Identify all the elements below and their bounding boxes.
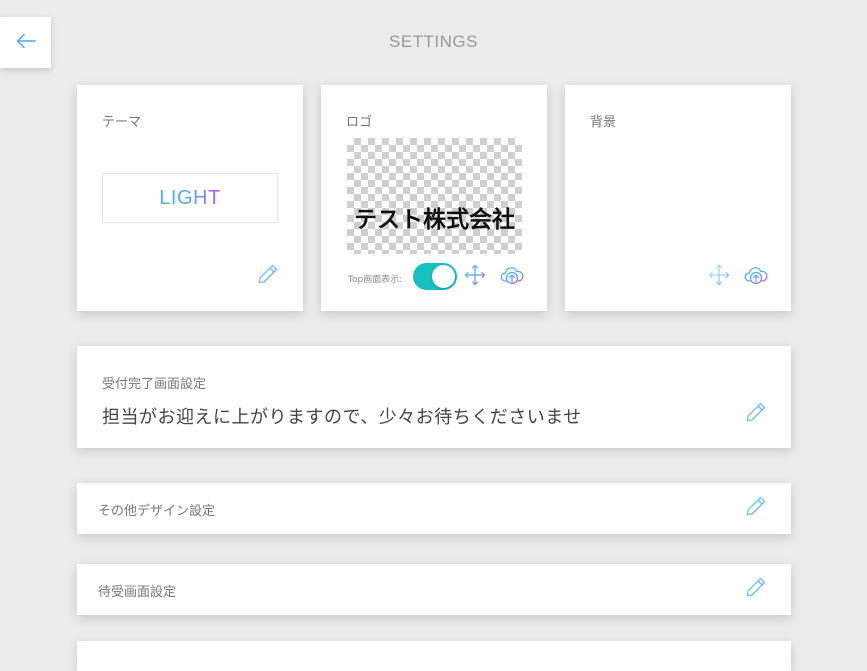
- logo-card: ロゴ テスト株式会社 Top画面表示:: [321, 85, 547, 311]
- logo-upload-button[interactable]: [500, 265, 524, 289]
- move-arrows-icon: [464, 264, 486, 290]
- reception-edit-button[interactable]: [744, 402, 768, 426]
- reception-complete-card: 受付完了画面設定 担当がお迎えに上がりますので、少々お待ちくださいませ: [77, 346, 791, 448]
- theme-value: LIGHT: [159, 186, 221, 209]
- standby-screen-settings-label: 待受画面設定: [98, 585, 177, 600]
- logo-image-text: テスト株式会社: [354, 207, 515, 233]
- logo-move-button[interactable]: [463, 264, 487, 290]
- other-design-settings-label: その他デザイン設定: [98, 504, 216, 519]
- reception-complete-message: 担当がお迎えに上がりますので、少々お待ちくださいませ: [102, 407, 582, 428]
- logo-preview[interactable]: テスト株式会社: [347, 138, 522, 254]
- page-title: SETTINGS: [388, 32, 478, 51]
- pencil-icon: [257, 263, 279, 289]
- cloud-upload-icon: [744, 265, 768, 289]
- pencil-icon: [745, 401, 767, 427]
- background-upload-button[interactable]: [744, 265, 768, 289]
- pencil-icon: [745, 576, 767, 602]
- standby-screen-settings-row[interactable]: 待受画面設定: [77, 564, 791, 615]
- theme-label: テーマ: [102, 115, 142, 130]
- cloud-upload-icon: [500, 265, 524, 289]
- top-display-toggle[interactable]: [413, 263, 457, 290]
- background-move-button[interactable]: [707, 264, 731, 290]
- reception-complete-label: 受付完了画面設定: [102, 377, 207, 392]
- logo-label: ロゴ: [346, 115, 373, 130]
- pencil-icon: [745, 495, 767, 521]
- next-settings-row-partial[interactable]: [77, 641, 791, 671]
- other-design-settings-row[interactable]: その他デザイン設定: [77, 483, 791, 534]
- background-card: 背景: [565, 85, 791, 311]
- move-arrows-icon: [708, 264, 730, 290]
- theme-edit-button[interactable]: [256, 264, 280, 288]
- top-display-label: Top画面表示:: [348, 275, 403, 285]
- background-label: 背景: [590, 115, 617, 130]
- theme-card: テーマ LIGHT: [77, 85, 303, 311]
- toggle-knob: [432, 265, 455, 288]
- theme-value-box[interactable]: LIGHT: [102, 173, 278, 223]
- other-design-edit-button[interactable]: [744, 496, 768, 520]
- standby-edit-button[interactable]: [744, 577, 768, 601]
